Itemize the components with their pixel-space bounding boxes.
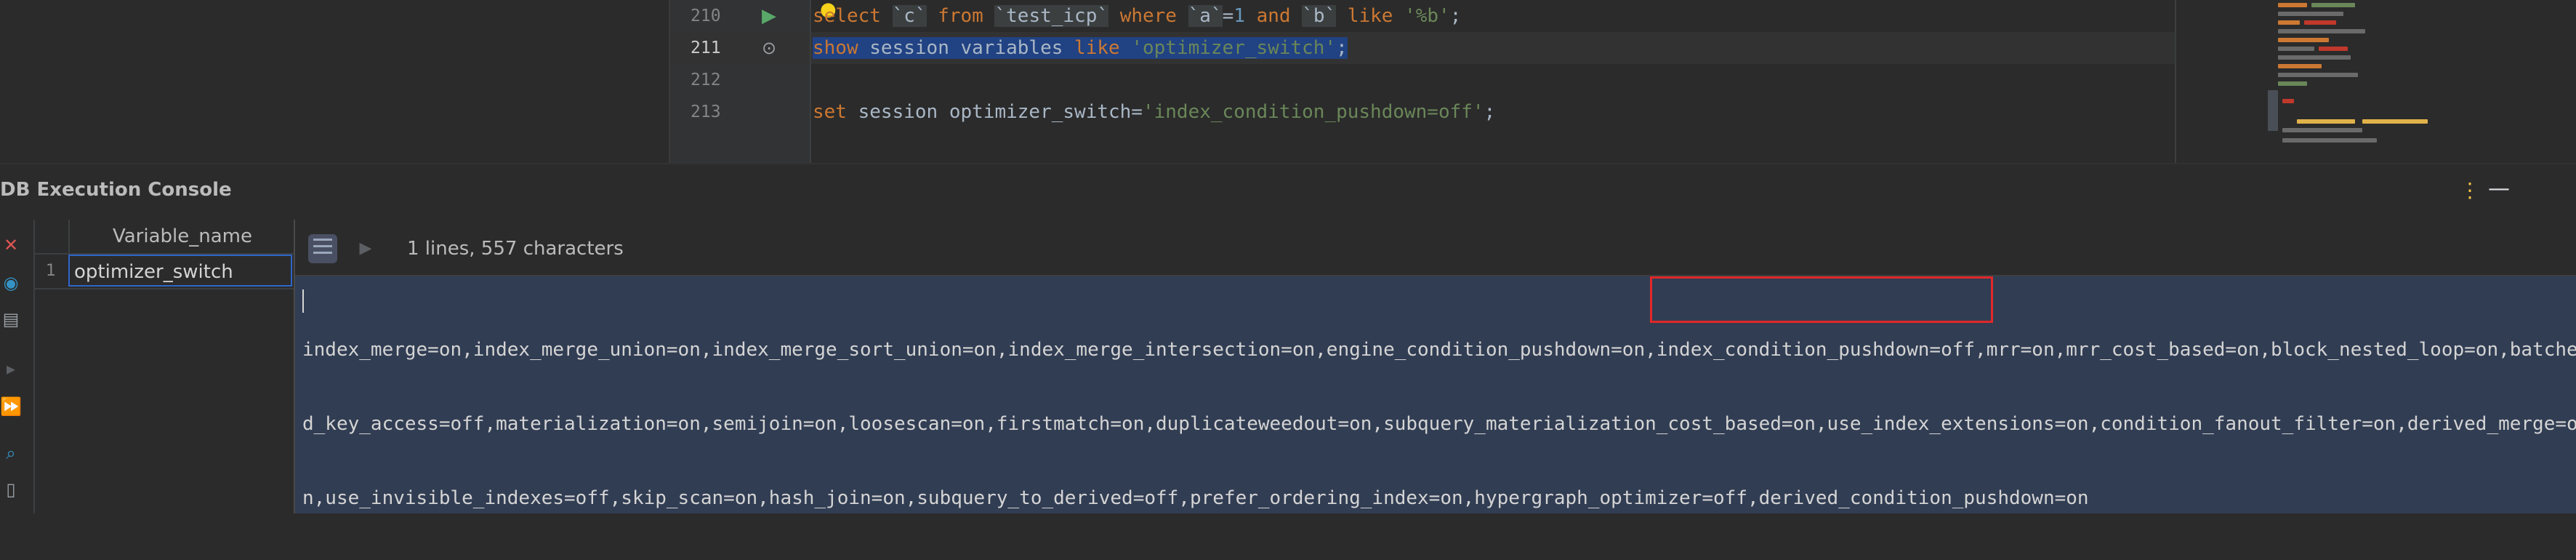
minimap-mark [2311,3,2355,7]
search-icon[interactable]: ⌕ [0,441,22,465]
code-token: '%b' [1404,5,1450,27]
console-header: DB Execution Console ⋮ — [0,163,2576,221]
code-token: = [1222,5,1234,27]
code-minimap[interactable] [2175,0,2576,163]
code-token: and [1256,5,1291,27]
console-toolbar: ✕ ◉ ▤ ▸ ⏩ ⌕ ▯ [0,220,35,513]
code-token: set [813,101,847,123]
code-token [1119,37,1132,59]
minimap-mark [2278,3,2307,7]
close-icon[interactable]: ✕ [0,233,22,257]
results-grid: Variable_name 1 optimizer_switch [35,220,294,513]
gutter-row: 210 ▶ [670,0,811,32]
minimap-mark [2282,128,2362,132]
minimap-mark [2319,47,2348,51]
document-icon[interactable]: ▯ [0,477,22,502]
code-token: select [813,5,881,27]
gutter-row: 211 ⊙ [670,32,811,64]
minimap-mark [2282,99,2294,103]
project-pane [0,0,669,163]
minimap-mark [2278,12,2343,16]
console-title: DB Execution Console [0,179,232,201]
code-token: ; [1336,37,1348,59]
run-icon[interactable]: ▶ [754,0,784,32]
layout-icon[interactable]: ▤ [0,307,22,332]
row-number: 1 [46,262,56,280]
code-token: where [1119,5,1177,27]
line-number: 210 [691,7,721,25]
gutter-row: 213 [670,96,811,128]
line-number: 212 [691,71,721,89]
value-viewer-toolbar: ▶ 1 lines, 557 characters [295,220,2576,276]
minimap-scroll-thumb[interactable] [2268,90,2278,131]
viewer-status: 1 lines, 557 characters [407,238,624,260]
code-token: 'index_condition_pushdown=off' [1142,101,1484,123]
code-token: `a` [1188,5,1223,27]
code-token: session variables [858,37,1075,59]
value-text-line: n,use_invisible_indexes=off,skip_scan=on… [302,487,2089,509]
value-text-line: d_key_access=off,materialization=on,semi… [302,413,2576,435]
line-number: 213 [691,103,721,121]
settings-icon[interactable]: ⊙ [754,32,784,64]
line-number: 211 [691,39,721,57]
highlight-box [1650,276,1993,323]
view-icon[interactable]: ◉ [0,271,22,295]
minimap-mark [2297,119,2355,124]
minimap-mark [2278,20,2300,25]
minimap-mark [2278,29,2365,33]
value-viewer: ▶ 1 lines, 557 characters index_merge=on… [294,220,2576,513]
minimap-mark [2278,73,2358,77]
minimap-mark [2282,138,2377,143]
value-text-line: index_merge=on,index_merge_union=on,inde… [302,339,2576,361]
editor-gutter: 210 ▶ 211 ⊙ 212 213 [669,0,811,163]
table-cell[interactable]: optimizer_switch [68,255,292,287]
code-token: `test_icp` [994,5,1109,27]
code-token: `c` [892,5,927,27]
minimap-mark [2362,119,2428,124]
run-all-icon[interactable]: ⏩ [0,394,22,419]
code-token: show [813,37,858,59]
code-token: from [938,5,983,27]
code-token: 'optimizer_switch' [1131,37,1337,59]
minimize-icon[interactable]: — [2484,176,2513,205]
more-options-icon[interactable]: ⋮ [2460,176,2480,205]
minimap-mark [2304,20,2336,25]
column-header-variable-name[interactable]: Variable_name [68,220,295,253]
code-line-210[interactable]: select `c` from `test_icp` where `a`=1 a… [813,0,1461,32]
code-token: like [1347,5,1393,27]
text-caret [302,289,304,313]
soft-wrap-button[interactable] [308,234,337,263]
step-icon[interactable]: ▸ [0,356,22,381]
code-line-213[interactable]: set session optimizer_switch='index_cond… [813,96,1495,128]
run-icon[interactable]: ▶ [355,234,377,263]
code-token: `b` [1302,5,1337,27]
grid-header: Variable_name [35,220,294,255]
minimap-mark [2278,55,2351,60]
code-token: session optimizer_switch= [846,101,1143,123]
value-text[interactable]: index_merge=on,index_merge_union=on,inde… [302,288,2576,560]
code-line-211[interactable]: show session variables like 'optimizer_s… [813,32,1348,64]
minimap-mark [2278,81,2307,86]
code-token: ; [1484,101,1496,123]
minimap-mark [2278,64,2322,68]
gutter-row: 212 [670,64,811,96]
code-token: ; [1449,5,1462,27]
table-row[interactable]: 1 optimizer_switch [35,255,294,289]
minimap-mark [2278,47,2314,51]
minimap-mark [2278,38,2329,42]
code-token: like [1074,37,1120,59]
code-token: 1 [1233,5,1245,27]
